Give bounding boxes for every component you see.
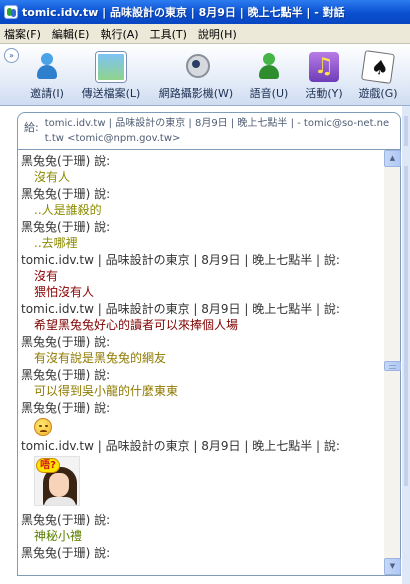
sticker-image: 唔?: [34, 456, 80, 506]
toolbar-expand-button[interactable]: »: [4, 48, 19, 63]
scroll-down-button[interactable]: ▼: [384, 558, 401, 575]
invite-label: 邀請(I): [30, 87, 64, 100]
conversation-history[interactable]: 黑兔兔(于珊) 說: 沒有人 黑兔兔(于珊) 說: ..人是誰殺的 黑兔兔(于珊…: [17, 150, 384, 576]
chat-message: 黑兔兔(于珊) 說: 神秘小禮: [21, 512, 384, 544]
send-file-button[interactable]: 傳送檔案(L): [78, 52, 144, 102]
message-text: 可以得到吳小龍的什麼東東: [34, 384, 179, 398]
menu-edit[interactable]: 編輯(E): [52, 26, 90, 42]
chat-message: 黑兔兔(于珊) 說: 有沒有說是黑兔兔的網友: [21, 334, 384, 366]
chat-message: 黑兔兔(于珊) 說:: [21, 545, 384, 561]
emoticon-icon: [34, 418, 52, 436]
webcam-icon: [181, 52, 211, 82]
activities-label: 活動(Y): [305, 87, 343, 100]
scroll-up-button[interactable]: ▲: [384, 150, 401, 167]
games-icon: [361, 50, 395, 84]
message-sender: 黑兔兔(于珊) 說:: [21, 187, 111, 201]
webcam-button[interactable]: 網路攝影機(W): [155, 52, 237, 102]
voice-label: 語音(U): [249, 87, 289, 100]
chat-message: tomic.idv.tw | 品味設計の東京 | 8月9日 | 晚上七點半 | …: [21, 301, 384, 333]
invite-button[interactable]: 邀請(I): [26, 52, 68, 102]
message-text: 希望黑兔兔好心的讀者可以來捧個人場: [34, 318, 239, 332]
toolbar: » 邀請(I) 傳送檔案(L) 網路攝影機(W) 語音(U) 活動(Y) 遊戲(…: [0, 44, 410, 106]
games-label: 遊戲(G): [358, 87, 398, 100]
menu-tools[interactable]: 工具(T): [150, 26, 187, 42]
message-text: 猥怕沒有人: [34, 285, 95, 299]
message-sender: 黑兔兔(于珊) 說:: [21, 368, 111, 382]
menu-actions[interactable]: 執行(A): [100, 26, 138, 42]
activities-icon: [309, 52, 339, 82]
message-text: 有沒有說是黑兔兔的網友: [34, 351, 167, 365]
message-sender: tomic.idv.tw | 品味設計の東京 | 8月9日 | 晚上七點半 | …: [21, 439, 340, 453]
scroll-thumb[interactable]: [384, 361, 401, 371]
message-text: 沒有人: [34, 170, 71, 184]
recipient-value: tomic.idv.tw | 品味設計の東京 | 8月9日 | 晚上七點半 | …: [44, 118, 390, 144]
chat-message: 黑兔兔(于珊) 說:: [21, 400, 384, 436]
message-sender: 黑兔兔(于珊) 說:: [21, 335, 111, 349]
message-sender: 黑兔兔(于珊) 說:: [21, 401, 111, 415]
message-text: ..人是誰殺的: [34, 203, 102, 217]
chat-message: tomic.idv.tw | 品味設計の東京 | 8月9日 | 晚上七點半 | …: [21, 252, 384, 300]
send-file-icon: [96, 52, 126, 82]
voice-icon: [254, 52, 284, 82]
menu-file[interactable]: 檔案(F): [4, 26, 41, 42]
message-sender: tomic.idv.tw | 品味設計の東京 | 8月9日 | 晚上七點半 | …: [21, 302, 340, 316]
chat-message: 黑兔兔(于珊) 說: 可以得到吳小龍的什麼東東: [21, 367, 384, 399]
invite-icon: [32, 52, 62, 82]
message-text: 神秘小禮: [34, 529, 83, 543]
message-sender: tomic.idv.tw | 品味設計の東京 | 8月9日 | 晚上七點半 | …: [21, 253, 340, 267]
menu-help[interactable]: 說明(H): [198, 26, 237, 42]
message-sender: 黑兔兔(于珊) 說:: [21, 220, 111, 234]
menu-bar: 檔案(F) 編輯(E) 執行(A) 工具(T) 說明(H): [0, 24, 410, 44]
chat-message: 黑兔兔(于珊) 說: ..人是誰殺的: [21, 186, 384, 218]
chat-message: tomic.idv.tw | 品味設計の東京 | 8月9日 | 晚上七點半 | …: [21, 438, 384, 506]
chat-message: 黑兔兔(于珊) 說: 沒有人: [21, 153, 384, 185]
recipient-box: 給: tomic.idv.tw | 品味設計の東京 | 8月9日 | 晚上七點半…: [17, 112, 401, 150]
message-sender: 黑兔兔(于珊) 說:: [21, 546, 111, 560]
games-button[interactable]: 遊戲(G): [355, 50, 401, 102]
messenger-icon: [4, 5, 18, 19]
send-file-label: 傳送檔案(L): [81, 87, 141, 100]
title-bar[interactable]: tomic.idv.tw | 品味設計の東京 | 8月9日 | 晚上七點半 | …: [0, 0, 410, 24]
chat-scrollbar[interactable]: ▲ ▼: [384, 150, 401, 576]
recipient-label: 給:: [24, 121, 39, 134]
message-sender: 黑兔兔(于珊) 說:: [21, 154, 111, 168]
side-panel-edge: [402, 106, 410, 584]
window-title: tomic.idv.tw | 品味設計の東京 | 8月9日 | 晚上七點半 | …: [22, 6, 345, 19]
message-text: ..去哪裡: [34, 236, 78, 250]
sticker-text: 唔?: [36, 458, 60, 473]
message-text: 沒有: [34, 269, 59, 283]
message-sender: 黑兔兔(于珊) 說:: [21, 513, 111, 527]
activities-button[interactable]: 活動(Y): [301, 52, 347, 102]
voice-button[interactable]: 語音(U): [247, 52, 291, 102]
chat-message: 黑兔兔(于珊) 說: ..去哪裡: [21, 219, 384, 251]
webcam-label: 網路攝影機(W): [158, 87, 234, 100]
